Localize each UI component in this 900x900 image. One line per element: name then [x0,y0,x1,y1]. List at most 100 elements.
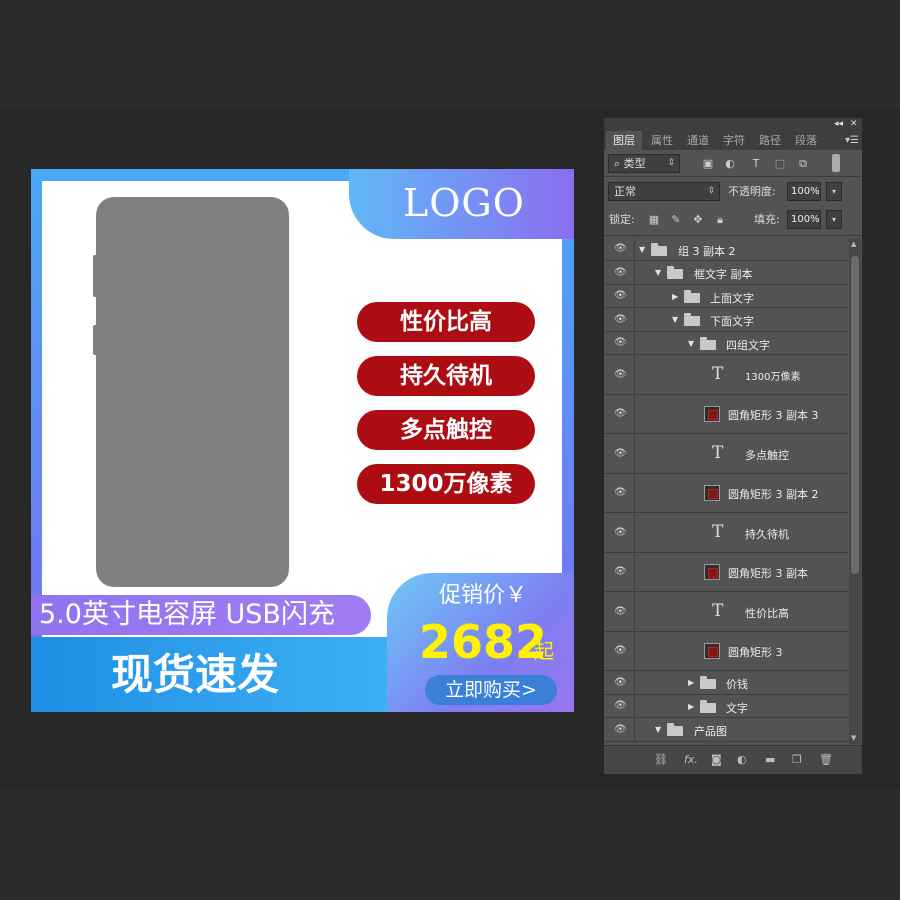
layer-row-group[interactable]: 👁︎ ▼ 四组文字 [604,332,848,355]
layers-scrollbar[interactable]: ▲ ▼ [849,238,861,744]
lock-all-icon[interactable]: 🔒︎ [714,214,726,226]
layer-row-group[interactable]: 👁︎ ▼ 组 3 副本 2 [604,238,848,261]
smart-object-filter-icon[interactable]: ⧉ [797,158,809,170]
layer-row-group[interactable]: 👁︎ ▼ 框文字 副本 [604,261,848,285]
opacity-input[interactable]: 100% [787,182,821,201]
eye-icon: 👁︎ [614,487,627,498]
scroll-up-icon[interactable]: ▲ [851,240,856,248]
layer-row-group[interactable]: 👁︎ ▶ 文字 [604,695,848,718]
expand-triangle-icon[interactable]: ▼ [672,315,678,325]
delete-layer-icon[interactable]: 🗑︎ [819,753,833,766]
layer-row-group[interactable]: 👁︎ ▶ 上面文字 [604,285,848,308]
visibility-toggle[interactable]: 👁︎ [604,395,635,433]
layer-name: 价钱 [726,678,748,691]
lock-image-icon[interactable]: ✎ [670,214,682,226]
layer-row-shape[interactable]: 👁︎ 圆角矩形 3 副本 [604,553,848,592]
layer-row-group[interactable]: 👁︎ ▶ 价钱 [604,671,848,695]
tab-properties[interactable]: 属性 [644,131,680,150]
folder-icon [667,266,683,279]
new-layer-icon[interactable]: ❐ [792,753,802,766]
type-filter-icon[interactable]: T [750,158,762,170]
text-layer-icon: T [712,522,724,542]
panel-menu-icon[interactable]: ▾☰ [845,131,859,150]
price-value: 2682 [419,615,548,669]
search-icon: ⌕ [614,157,624,170]
layer-row-shape[interactable]: 👁︎ 圆角矩形 3 [604,632,848,671]
collapse-triangle-icon[interactable]: ▶ [688,702,694,712]
feature-pill: 性价比高 [357,302,535,342]
logo-text: LOGO [403,181,525,225]
layer-row-group[interactable]: 👁︎ ▼ 产品图 [604,718,848,742]
visibility-toggle[interactable]: 👁︎ [604,474,635,512]
filter-toggle-icon[interactable] [832,154,840,172]
tab-paths[interactable]: 路径 [752,131,788,150]
text-layer-icon: T [712,601,724,621]
fill-input[interactable]: 100% [787,210,821,229]
folder-icon [700,700,716,713]
layer-row-shape[interactable]: 👁︎ 圆角矩形 3 副本 3 [604,395,848,434]
collapse-triangle-icon[interactable]: ▶ [688,678,694,688]
visibility-toggle[interactable]: 👁︎ [604,592,635,631]
visibility-toggle[interactable]: 👁︎ [604,355,635,394]
fill-dropdown-icon[interactable]: ▾ [826,210,842,229]
expand-triangle-icon[interactable]: ▼ [639,245,645,255]
link-layers-icon[interactable]: ⛓︎ [654,753,668,766]
layer-name: 产品图 [694,725,727,738]
visibility-toggle[interactable]: 👁︎ [604,553,635,591]
price-suffix: 起 [534,639,554,663]
layer-row-text[interactable]: 👁︎ T 多点触控 [604,434,848,474]
document-canvas[interactable]: LOGO 性价比高 持久待机 多点触控 1300万像素 5.0英寸电容屏 USB… [31,169,574,712]
visibility-toggle[interactable]: 👁︎ [604,434,635,473]
layer-row-shape[interactable]: 👁︎ 圆角矩形 3 副本 2 [604,474,848,513]
scrollbar-thumb[interactable] [851,256,859,574]
expand-triangle-icon[interactable]: ▼ [655,268,661,278]
visibility-toggle[interactable]: 👁︎ [604,332,635,354]
layer-name: 上面文字 [710,292,754,305]
tab-paragraph[interactable]: 段落 [788,131,824,150]
visibility-toggle[interactable]: 👁︎ [604,308,635,331]
blend-mode-select[interactable]: 正常 ⇕ [608,182,720,201]
tab-channels[interactable]: 通道 [680,131,716,150]
adjustment-layer-icon[interactable]: ◐ [737,753,747,766]
visibility-toggle[interactable]: 👁︎ [604,695,635,717]
fx-icon[interactable]: fx. [684,753,698,766]
layer-row-text[interactable]: 👁︎ T 1300万像素 [604,355,848,395]
expand-triangle-icon[interactable]: ▼ [688,339,694,349]
visibility-toggle[interactable]: 👁︎ [604,261,635,284]
layer-name: 组 3 副本 2 [678,245,736,258]
close-icon[interactable]: ✕ [850,118,858,131]
layer-name: 框文字 副本 [694,268,753,281]
eye-icon: 👁︎ [614,337,627,348]
visibility-toggle[interactable]: 👁︎ [604,285,635,307]
visibility-toggle[interactable]: 👁︎ [604,632,635,670]
pixel-filter-icon[interactable]: ▣ [702,158,714,170]
layer-row-text[interactable]: 👁︎ T 持久待机 [604,513,848,553]
folder-icon [651,243,667,256]
chevron-updown-icon: ⇕ [667,158,675,168]
lock-label: 锁定: [609,213,635,226]
opacity-dropdown-icon[interactable]: ▾ [826,182,842,201]
shape-filter-icon[interactable]: ⬚ [774,158,786,170]
layer-row-text[interactable]: 👁︎ T 性价比高 [604,592,848,632]
layer-row-group[interactable]: 👁︎ ▼ 下面文字 [604,308,848,332]
promo-label: 促销价￥ [439,583,528,608]
add-mask-icon[interactable]: ◙ [711,753,722,766]
new-group-icon[interactable]: ▬ [765,753,775,766]
visibility-toggle[interactable]: 👁︎ [604,238,635,260]
scroll-down-icon[interactable]: ▼ [851,734,856,742]
lock-transparent-icon[interactable]: ▦ [648,214,660,226]
layer-filter-select[interactable]: ⌕ 类型 ⇕ [608,154,680,173]
folder-icon [700,676,716,689]
tab-character[interactable]: 字符 [716,131,752,150]
tab-layers[interactable]: 图层 [606,131,642,150]
visibility-toggle[interactable]: 👁︎ [604,718,635,741]
blend-mode-value: 正常 [614,185,636,198]
layer-name: 圆角矩形 3 副本 [728,567,808,580]
collapse-triangle-icon[interactable]: ▶ [672,292,678,302]
expand-triangle-icon[interactable]: ▼ [655,725,661,735]
lock-position-icon[interactable]: ✥ [692,214,704,226]
adjustment-filter-icon[interactable]: ◐ [724,158,736,170]
visibility-toggle[interactable]: 👁︎ [604,513,635,552]
visibility-toggle[interactable]: 👁︎ [604,671,635,694]
collapse-icon[interactable]: ◂◂ [834,118,843,131]
